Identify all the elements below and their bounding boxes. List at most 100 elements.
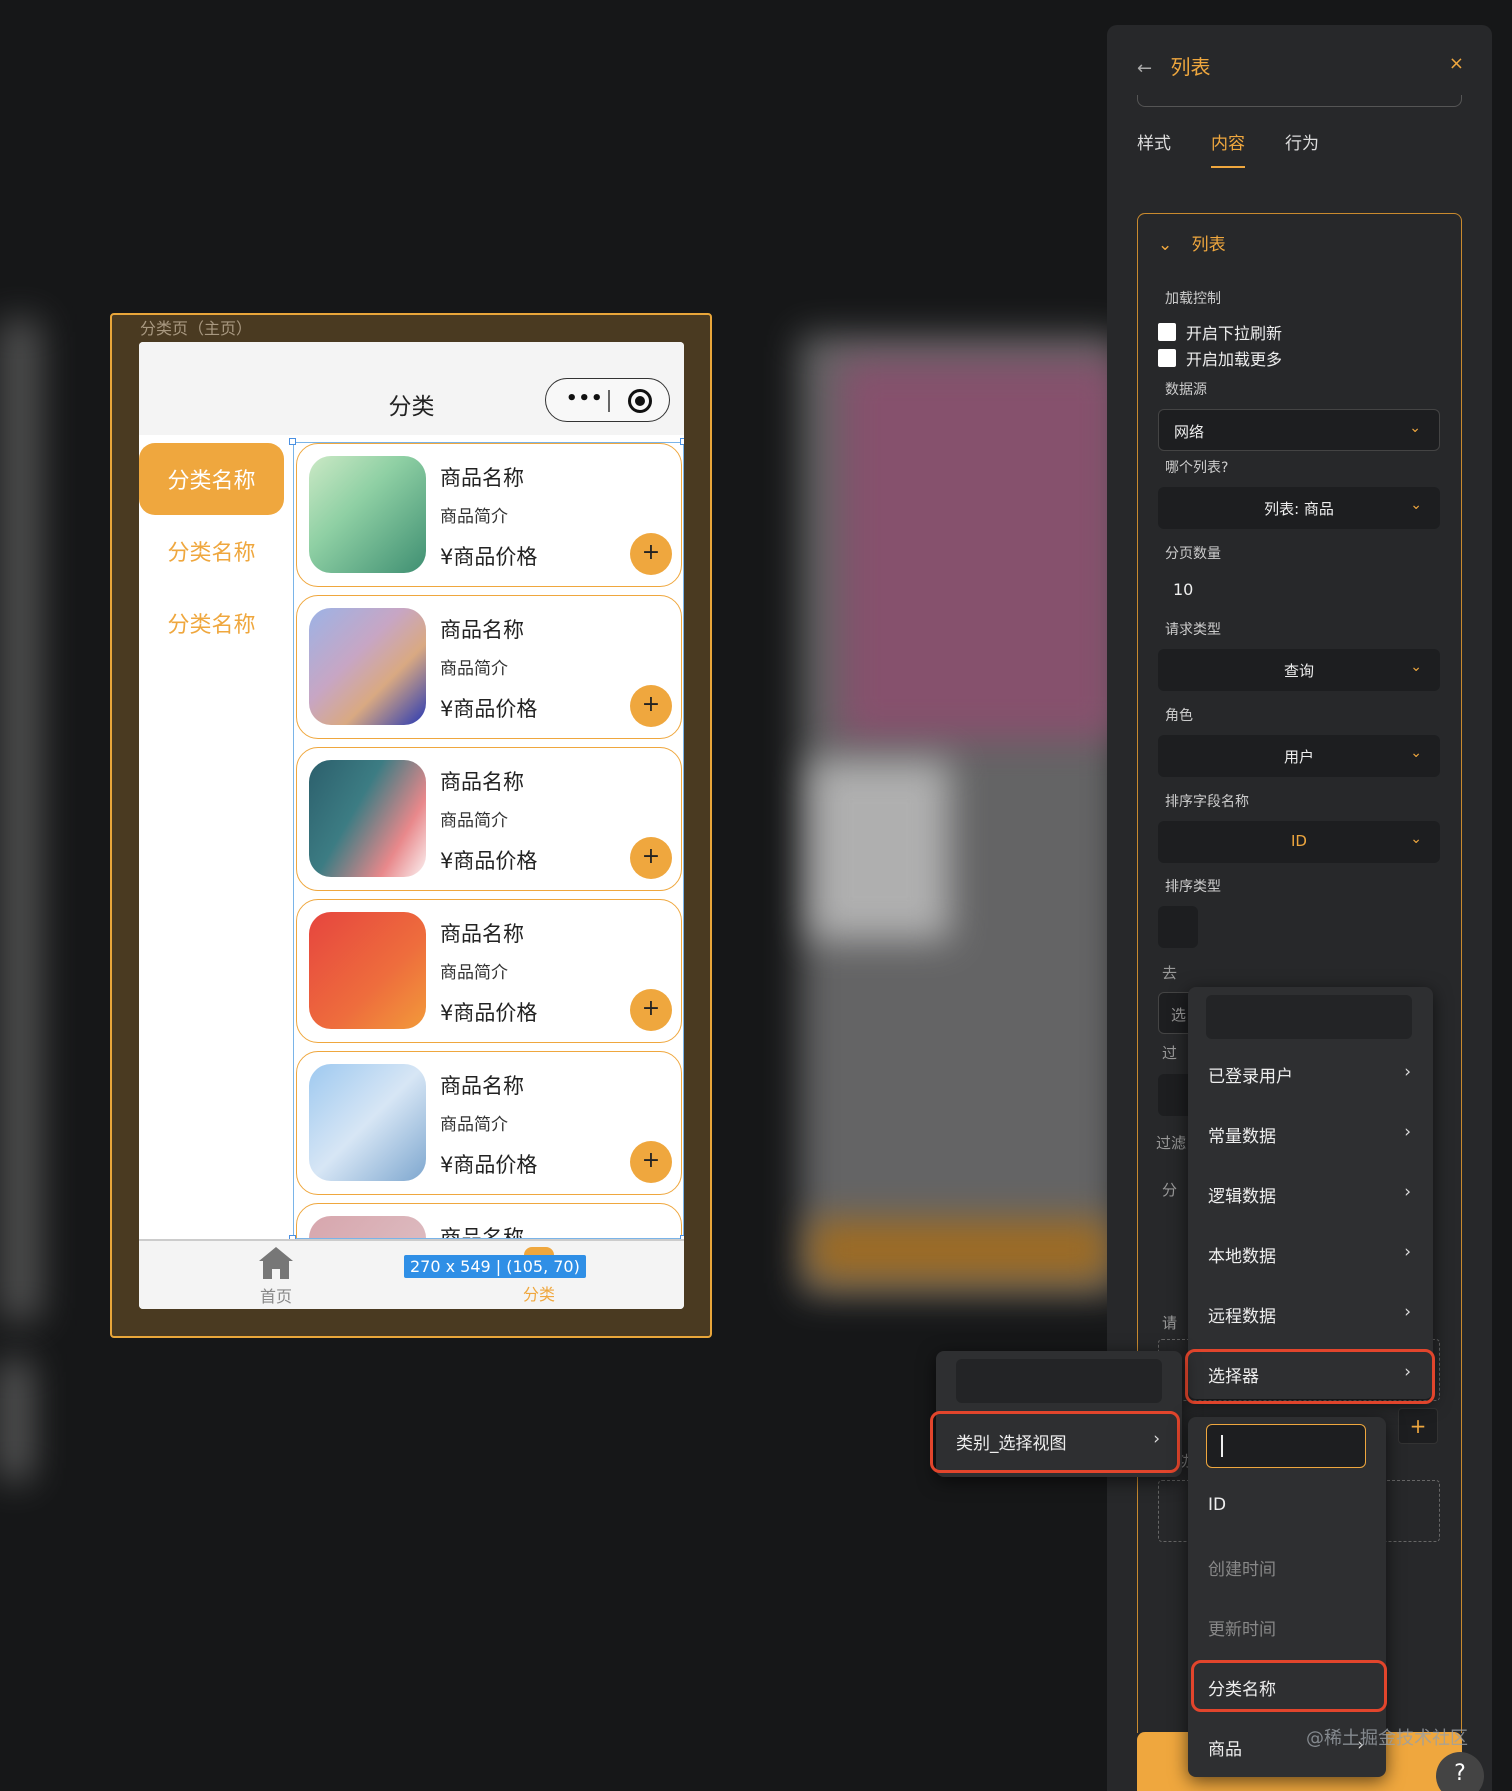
- chevron-down-icon: ⌄: [1158, 235, 1173, 255]
- chevron-right-icon: ›: [1404, 1062, 1411, 1082]
- home-icon: [259, 1247, 293, 1281]
- pull-refresh-checkbox[interactable]: [1158, 323, 1176, 341]
- goods-price: ¥商品价格: [440, 545, 538, 569]
- goods-price: ¥商品价格: [440, 1001, 538, 1025]
- partial-label: 请: [1162, 1314, 1178, 1332]
- load-more-option[interactable]: 开启加载更多: [1158, 346, 1282, 370]
- tab-behavior[interactable]: 行为: [1285, 129, 1319, 154]
- panel-header: ← 列表: [1137, 51, 1210, 80]
- add-to-cart-button[interactable]: +: [630, 533, 672, 575]
- target-icon[interactable]: [628, 389, 652, 413]
- datasource-label: 数据源: [1165, 382, 1207, 398]
- sort-field-select[interactable]: ID ⌄: [1158, 821, 1440, 863]
- pull-refresh-option[interactable]: 开启下拉刷新: [1158, 320, 1282, 344]
- chevron-right-icon: ›: [1404, 1302, 1411, 1322]
- request-type-value: 查询: [1283, 662, 1314, 680]
- background-blur-white: [810, 760, 950, 940]
- background-blur-orange: [810, 1220, 1110, 1280]
- panel-title: 列表: [1170, 55, 1211, 79]
- role-select[interactable]: 用户 ⌄: [1158, 735, 1440, 777]
- add-to-cart-button[interactable]: +: [630, 989, 672, 1031]
- page-size-value[interactable]: 10: [1173, 580, 1193, 599]
- tab-category-label: 分类: [522, 1285, 555, 1304]
- field-item-id[interactable]: ID: [1188, 1479, 1386, 1535]
- goods-name: 商品名称: [440, 1074, 524, 1098]
- page-size-label: 分页数量: [1165, 546, 1221, 562]
- pull-refresh-label: 开启下拉刷新: [1186, 324, 1283, 343]
- which-list-label: 哪个列表?: [1165, 460, 1229, 476]
- datasource-value: 网络: [1174, 423, 1205, 441]
- goods-list[interactable]: 商品名称 商品简介 ¥商品价格 + 商品名称 商品简介 ¥商品价格 + 商品名称…: [293, 442, 684, 1239]
- chevron-down-icon: ⌄: [1410, 497, 1422, 513]
- category-item[interactable]: 分类名称: [139, 587, 284, 659]
- frame-title: 分类页（主页）: [140, 319, 253, 338]
- goods-desc: 商品简介: [440, 1115, 508, 1135]
- add-to-cart-button[interactable]: +: [630, 1141, 672, 1183]
- partial-label: 过滤: [1156, 1134, 1187, 1152]
- menu-item-label: ID: [1208, 1495, 1227, 1515]
- close-icon[interactable]: ×: [1449, 53, 1464, 74]
- goods-card[interactable]: 商品名称 商品简介 ¥商品价格 +: [296, 595, 682, 739]
- goods-card[interactable]: 商品名称: [296, 1203, 682, 1239]
- chevron-right-icon: ›: [1404, 1182, 1411, 1202]
- watermark: @稀土掘金技术社区: [1306, 1728, 1468, 1749]
- add-button[interactable]: +: [1398, 1408, 1438, 1444]
- sort-field-value: ID: [1291, 832, 1307, 850]
- tab-bar: 首页 分类 270 x 549 | (105, 70): [139, 1239, 684, 1309]
- goods-desc: 商品简介: [440, 507, 508, 527]
- chevron-down-icon: ⌄: [1410, 745, 1422, 761]
- back-arrow-icon[interactable]: ←: [1137, 58, 1152, 79]
- menu-item-local[interactable]: 本地数据 ›: [1188, 1226, 1433, 1282]
- menu-search-input[interactable]: [1206, 995, 1412, 1039]
- fields-menu: ID 创建时间 更新时间 分类名称 商品 ›: [1188, 1417, 1386, 1777]
- menu-item-logic[interactable]: 逻辑数据 ›: [1188, 1166, 1433, 1222]
- menu-item-label: 商品: [1208, 1740, 1242, 1760]
- background-blur-left: [0, 320, 40, 1320]
- phone-screen: 分类 ••• 分类名称 分类名称 分类名称 商品名称 商品简介 ¥商品价格 + …: [139, 342, 684, 1309]
- request-type-select[interactable]: 查询 ⌄: [1158, 649, 1440, 691]
- chevron-right-icon: ›: [1404, 1242, 1411, 1262]
- load-more-checkbox[interactable]: [1158, 349, 1176, 367]
- menu-item-remote[interactable]: 远程数据 ›: [1188, 1286, 1433, 1342]
- tab-home-label: 首页: [259, 1287, 292, 1306]
- datasource-select[interactable]: 网络 ⌄: [1158, 409, 1440, 451]
- goods-card[interactable]: 商品名称 商品简介 ¥商品价格 +: [296, 443, 682, 587]
- partial-label: 去: [1162, 964, 1178, 982]
- goods-price: ¥商品价格: [440, 1153, 538, 1177]
- category-item-active[interactable]: 分类名称: [139, 443, 284, 515]
- goods-card[interactable]: 商品名称 商品简介 ¥商品价格 +: [296, 1051, 682, 1195]
- menu-item-logged-user[interactable]: 已登录用户 ›: [1188, 1046, 1433, 1102]
- more-dots-icon[interactable]: •••: [566, 388, 604, 409]
- field-item-created[interactable]: 创建时间: [1188, 1539, 1386, 1595]
- goods-image: [309, 1064, 426, 1181]
- sort-type-select[interactable]: [1158, 906, 1198, 948]
- selection-handle[interactable]: [680, 438, 684, 445]
- field-item-updated[interactable]: 更新时间: [1188, 1599, 1386, 1655]
- goods-price: ¥商品价格: [440, 849, 538, 873]
- partial-select-text: 选: [1171, 1006, 1187, 1024]
- which-list-value: 列表: 商品: [1264, 500, 1334, 518]
- capsule-menu[interactable]: •••: [545, 378, 670, 422]
- tab-content[interactable]: 内容: [1211, 129, 1245, 168]
- phone-header: 分类 •••: [139, 342, 684, 435]
- submenu-search-input[interactable]: [956, 1359, 1162, 1403]
- partial-label: 分: [1162, 1181, 1178, 1199]
- menu-item-constant[interactable]: 常量数据 ›: [1188, 1106, 1433, 1162]
- section-title: 列表: [1191, 235, 1226, 255]
- page-frame[interactable]: 分类页（主页） 分类 ••• 分类名称 分类名称 分类名称 商品名称 商品简介 …: [110, 313, 712, 1338]
- fields-search-input[interactable]: [1206, 1424, 1366, 1468]
- goods-card[interactable]: 商品名称 商品简介 ¥商品价格 +: [296, 899, 682, 1043]
- goods-name: 商品名称: [440, 1226, 524, 1239]
- goods-card[interactable]: 商品名称 商品简介 ¥商品价格 +: [296, 747, 682, 891]
- sort-type-label: 排序类型: [1165, 879, 1221, 895]
- category-item[interactable]: 分类名称: [139, 515, 284, 587]
- selection-handle[interactable]: [289, 438, 296, 445]
- section-header[interactable]: ⌄ 列表: [1158, 230, 1226, 255]
- capsule-divider: [608, 390, 610, 412]
- add-to-cart-button[interactable]: +: [630, 685, 672, 727]
- tab-style[interactable]: 样式: [1137, 129, 1171, 154]
- tab-home[interactable]: 首页: [251, 1247, 301, 1307]
- which-list-select[interactable]: 列表: 商品 ⌄: [1158, 487, 1440, 529]
- text-cursor: [1221, 1435, 1223, 1457]
- add-to-cart-button[interactable]: +: [630, 837, 672, 879]
